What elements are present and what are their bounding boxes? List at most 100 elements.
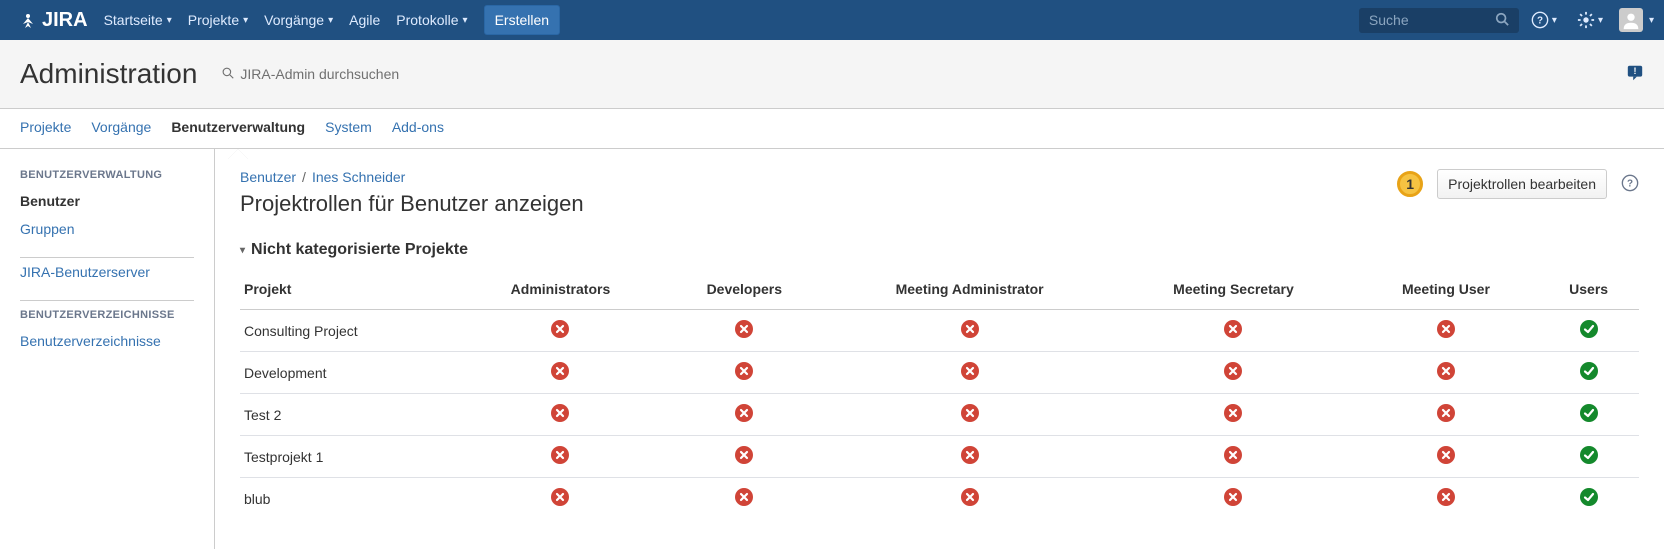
cross-icon <box>1224 320 1242 338</box>
sidebar-item-benutzerverzeichnisse[interactable]: Benutzerverzeichnisse <box>20 327 194 355</box>
nav-item-startseite[interactable]: Startseite▾ <box>96 2 180 38</box>
help-icon[interactable]: ? <box>1621 174 1639 195</box>
nav-item-agile[interactable]: Agile <box>341 2 388 38</box>
section-title: ▾ Nicht kategorisierte Projekte <box>240 241 1639 259</box>
sidebar-group: JIRA-Benutzerserver <box>20 257 194 286</box>
role-cell <box>458 394 662 436</box>
cross-icon <box>961 362 979 380</box>
project-name-cell: Test 2 <box>240 394 458 436</box>
role-cell <box>1538 436 1639 478</box>
nav-item-projekte[interactable]: Projekte▾ <box>180 2 256 38</box>
role-cell <box>663 436 826 478</box>
settings-menu[interactable]: ▾ <box>1569 5 1611 35</box>
nav-items: Startseite▾Projekte▾Vorgänge▾AgileProtok… <box>96 2 476 38</box>
chevron-down-icon: ▾ <box>463 15 468 26</box>
feedback-icon[interactable]: ! <box>1626 64 1644 85</box>
role-cell <box>1354 310 1539 352</box>
sidebar-item-gruppen[interactable]: Gruppen <box>20 215 194 243</box>
role-cell <box>458 436 662 478</box>
check-icon <box>1580 446 1598 464</box>
cross-icon <box>735 320 753 338</box>
role-cell <box>458 310 662 352</box>
jira-logo-icon <box>18 10 38 30</box>
cross-icon <box>961 320 979 338</box>
navbar-search[interactable] <box>1359 8 1519 33</box>
cross-icon <box>1437 362 1455 380</box>
cross-icon <box>735 446 753 464</box>
role-cell <box>826 352 1113 394</box>
navbar-search-input[interactable] <box>1369 12 1495 28</box>
user-avatar[interactable] <box>1619 8 1643 32</box>
project-name-cell: blub <box>240 478 458 520</box>
cross-icon <box>735 488 753 506</box>
jira-logo[interactable]: JIRA <box>10 9 96 32</box>
table-body: Consulting ProjectDevelopmentTest 2Testp… <box>240 310 1639 520</box>
help-menu[interactable]: ? ▾ <box>1523 5 1565 35</box>
chevron-down-icon: ▾ <box>167 15 172 26</box>
role-cell <box>1354 394 1539 436</box>
content-header-actions: 1 Projektrollen bearbeiten ? <box>1397 169 1639 199</box>
role-cell <box>826 310 1113 352</box>
section-title-text: Nicht kategorisierte Projekte <box>251 241 468 259</box>
edit-project-roles-button[interactable]: Projektrollen bearbeiten <box>1437 169 1607 199</box>
cross-icon <box>551 488 569 506</box>
breadcrumb-separator: / <box>302 169 306 185</box>
role-cell <box>1538 310 1639 352</box>
table-row: Development <box>240 352 1639 394</box>
role-cell <box>1538 394 1639 436</box>
admin-tab-vorgänge[interactable]: Vorgänge <box>91 109 151 148</box>
column-header: Meeting Secretary <box>1113 273 1353 310</box>
role-cell <box>1538 478 1639 520</box>
project-name-cell: Development <box>240 352 458 394</box>
breadcrumb: Benutzer / Ines Schneider <box>240 169 584 185</box>
chevron-down-icon: ▾ <box>328 15 333 26</box>
role-cell <box>1354 352 1539 394</box>
cross-icon <box>1437 488 1455 506</box>
content: Benutzer/Ines Schneider Projektrollen fü… <box>215 149 1664 549</box>
cross-icon <box>961 446 979 464</box>
svg-text:?: ? <box>1627 178 1633 189</box>
check-icon <box>1580 362 1598 380</box>
sidebar-item-jira-benutzerserver[interactable]: JIRA-Benutzerserver <box>20 258 194 286</box>
admin-search[interactable]: JIRA-Admin durchsuchen <box>222 66 399 82</box>
sidebar-heading: BENUTZERVERZEICHNISSE <box>20 300 194 327</box>
table-row: Test 2 <box>240 394 1639 436</box>
project-name-cell: Testprojekt 1 <box>240 436 458 478</box>
cross-icon <box>1224 404 1242 422</box>
admin-body: BENUTZERVERWALTUNGBenutzerGruppenJIRA-Be… <box>0 149 1664 549</box>
project-name-cell: Consulting Project <box>240 310 458 352</box>
nav-item-protokolle[interactable]: Protokolle▾ <box>388 2 475 38</box>
navbar: JIRA Startseite▾Projekte▾Vorgänge▾AgileP… <box>0 0 1664 40</box>
role-cell <box>1113 352 1353 394</box>
admin-tab-benutzerverwaltung[interactable]: Benutzerverwaltung <box>171 109 305 148</box>
breadcrumb-link[interactable]: Ines Schneider <box>312 169 405 185</box>
admin-header: Administration JIRA-Admin durchsuchen ! <box>0 40 1664 109</box>
avatar-icon <box>1620 9 1642 31</box>
create-button[interactable]: Erstellen <box>484 5 560 35</box>
role-cell <box>1113 394 1353 436</box>
sidebar-item-benutzer[interactable]: Benutzer <box>20 187 194 215</box>
table-row: blub <box>240 478 1639 520</box>
role-cell <box>663 310 826 352</box>
nav-item-vorgänge[interactable]: Vorgänge▾ <box>256 2 341 38</box>
cross-icon <box>1224 488 1242 506</box>
breadcrumb-link[interactable]: Benutzer <box>240 169 296 185</box>
check-icon <box>1580 320 1598 338</box>
admin-tab-add-ons[interactable]: Add-ons <box>392 109 444 148</box>
column-header: Projekt <box>240 273 458 310</box>
cross-icon <box>1437 446 1455 464</box>
svg-text:?: ? <box>1537 16 1543 27</box>
project-roles-table: ProjektAdministratorsDevelopersMeeting A… <box>240 273 1639 519</box>
gear-icon <box>1577 11 1595 29</box>
admin-tab-projekte[interactable]: Projekte <box>20 109 71 148</box>
collapse-icon[interactable]: ▾ <box>240 245 245 256</box>
admin-tab-system[interactable]: System <box>325 109 372 148</box>
cross-icon <box>1437 404 1455 422</box>
column-header: Users <box>1538 273 1639 310</box>
search-icon <box>222 67 234 82</box>
column-header: Meeting Administrator <box>826 273 1113 310</box>
check-icon <box>1580 404 1598 422</box>
cross-icon <box>961 488 979 506</box>
cross-icon <box>551 320 569 338</box>
sidebar: BENUTZERVERWALTUNGBenutzerGruppenJIRA-Be… <box>0 149 215 549</box>
